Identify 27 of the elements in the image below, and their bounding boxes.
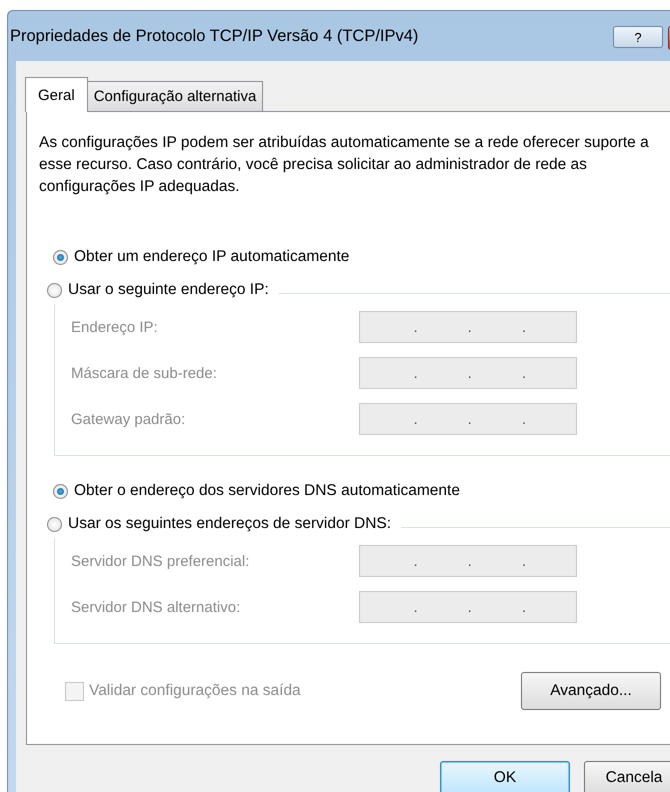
radio-label: Obter um endereço IP automaticamente: [74, 248, 350, 266]
radio-button[interactable]: [47, 516, 62, 532]
checkbox-label: Validar configurações na saída: [89, 682, 301, 700]
ip-address-field[interactable]: . . .: [359, 357, 577, 389]
ip-address-field[interactable]: . . .: [359, 545, 577, 577]
description-text: As configurações IP podem ser atribuídas automaticamente se a rede oferecer suporte a esse recurso. Caso contrário, você precisa solicitar ao administrador de rede as configurações IP adequadas.: [39, 133, 650, 197]
ip-address-field[interactable]: . . .: [359, 403, 577, 435]
field-label: Servidor DNS alternativo:: [71, 598, 242, 616]
radio-label: Obter o endereço dos servidores DNS automaticamente: [74, 482, 460, 500]
dialog-button[interactable]: OK: [440, 761, 570, 792]
radio-label: Usar o seguinte endereço IP:: [68, 281, 269, 299]
ip-address-field[interactable]: . . .: [359, 311, 577, 343]
radio-label: Usar os seguintes endereços de servidor DNS:: [68, 515, 392, 533]
field-label: Servidor DNS preferencial:: [71, 552, 250, 570]
radio-button[interactable]: [53, 250, 68, 264]
tab[interactable]: Configuração alternativa: [86, 81, 264, 111]
window-title: Propriedades de Protocolo TCP/IP Versão 4 (TCP/IPv4): [10, 26, 418, 46]
radio-button[interactable]: [47, 282, 62, 298]
field-label: Gateway padrão:: [71, 410, 186, 428]
ip-address-field[interactable]: . . .: [359, 591, 577, 623]
radio-button[interactable]: [53, 484, 68, 498]
help-button[interactable]: ?: [613, 26, 663, 48]
tab[interactable]: Geral: [25, 77, 88, 112]
field-label: Endereço IP:: [71, 318, 159, 336]
field-label: Máscara de sub-rede:: [71, 364, 218, 382]
dialog-button[interactable]: Cancela: [584, 761, 670, 792]
advanced-button[interactable]: Avançado...: [521, 672, 661, 710]
